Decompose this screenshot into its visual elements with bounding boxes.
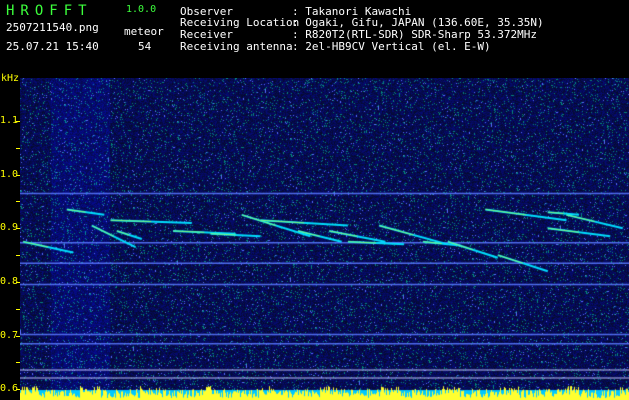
app-title: HROFFT bbox=[6, 3, 93, 19]
datetime-label: 25.07.21 15:40 bbox=[6, 40, 99, 53]
info-receiver-value: : R820T2(RTL-SDR) SDR-Sharp 53.372MHz bbox=[292, 28, 538, 41]
info-location-value: : Ogaki, Gifu, JAPAN (136.60E, 35.35N) bbox=[292, 16, 544, 29]
meteor-label: meteor bbox=[124, 25, 164, 38]
meteor-count: 54 bbox=[138, 40, 152, 53]
info-antenna-label: Receiving antenna bbox=[180, 40, 293, 53]
filename-label: 2507211540.png bbox=[6, 21, 99, 34]
info-antenna-value: : 2el-HB9CV Vertical (el. E-W) bbox=[292, 40, 491, 53]
info-receiver-label: Receiver bbox=[180, 28, 233, 41]
info-location-label: Receiving Location bbox=[180, 16, 300, 29]
version-label: 1.0.0 bbox=[126, 4, 157, 15]
hrofft-window: HROFFT 1.0.0 2507211540.png 25.07.21 15:… bbox=[0, 0, 629, 400]
spectrogram-canvas bbox=[20, 78, 629, 400]
y-axis: 1.1 1.0 0.9 0.8 0.7 0.6 bbox=[0, 72, 20, 400]
